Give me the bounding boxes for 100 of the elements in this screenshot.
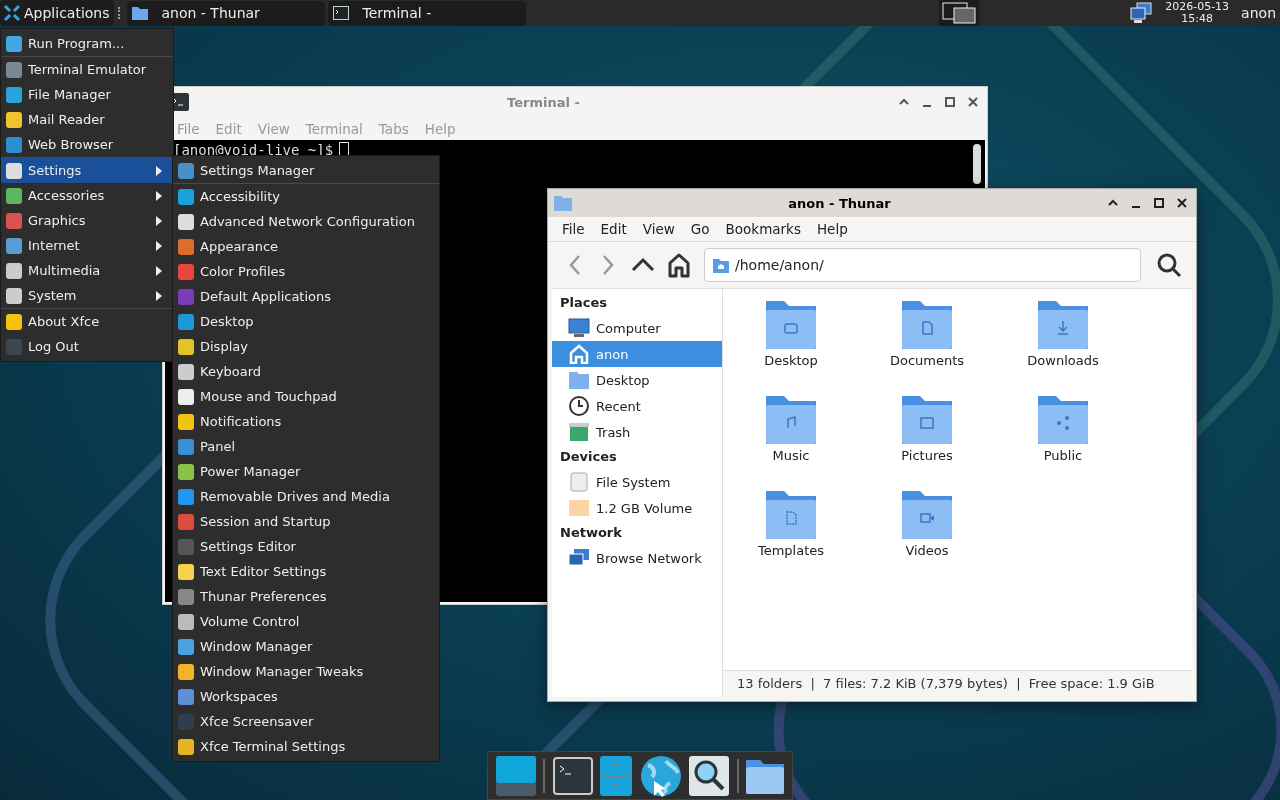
terminal-icon xyxy=(332,6,349,20)
app-icon xyxy=(178,263,194,280)
app-icon xyxy=(6,136,22,153)
menu-item[interactable]: Help xyxy=(808,221,856,237)
app-icon xyxy=(6,162,22,179)
menu-item[interactable]: Display xyxy=(173,334,439,359)
close-icon[interactable] xyxy=(967,96,979,108)
home-icon[interactable] xyxy=(667,252,691,278)
menu-item[interactable]: Thunar Preferences xyxy=(173,584,439,609)
app-icon xyxy=(178,238,194,255)
show-desktop-icon[interactable] xyxy=(495,755,536,796)
menu-item[interactable]: Window Manager xyxy=(173,634,439,659)
maximize-icon[interactable] xyxy=(1153,197,1165,209)
menu-item[interactable]: Workspaces xyxy=(173,684,439,709)
menu-item[interactable]: Terminal Emulator xyxy=(1,57,173,82)
app-icon xyxy=(178,538,194,555)
sidebar-item[interactable]: 1.2 GB Volume xyxy=(552,495,722,521)
menu-item[interactable]: Mail Reader xyxy=(1,107,173,132)
menu-item[interactable]: Default Applications xyxy=(173,284,439,309)
user-name[interactable]: anon xyxy=(1241,5,1276,21)
file-cabinet-icon[interactable] xyxy=(600,755,633,796)
close-icon[interactable] xyxy=(1176,197,1188,209)
folder-icon[interactable] xyxy=(746,757,785,794)
menu-item[interactable]: Xfce Terminal Settings xyxy=(173,734,439,759)
menu-item[interactable]: Settings Manager xyxy=(173,158,439,184)
scrollbar[interactable] xyxy=(973,144,981,184)
menu-item[interactable]: Settings Editor xyxy=(173,534,439,559)
menu-item[interactable]: About Xfce xyxy=(1,309,173,334)
menu-item[interactable]: File Manager xyxy=(1,82,173,107)
menu-item[interactable]: Desktop xyxy=(173,309,439,334)
menu-item[interactable]: Color Profiles xyxy=(173,259,439,284)
app-icon xyxy=(178,213,194,230)
menu-item[interactable]: Log Out xyxy=(1,334,173,359)
app-icon xyxy=(178,613,194,630)
app-icon xyxy=(178,162,194,179)
menu-item[interactable]: Volume Control xyxy=(173,609,439,634)
folder-item[interactable]: Pictures xyxy=(859,392,995,487)
menu-item[interactable]: Bookmarks xyxy=(717,221,809,237)
menu-item[interactable]: Go xyxy=(682,221,718,237)
menu-item[interactable]: Multimedia xyxy=(1,258,173,283)
app-icon xyxy=(178,288,194,305)
sidebar-item[interactable]: Computer xyxy=(552,315,722,341)
clock-time: 15:48 xyxy=(1181,13,1213,25)
maximize-icon[interactable] xyxy=(944,96,956,108)
menu-item[interactable]: Removable Drives and Media xyxy=(173,484,439,509)
clock-icon xyxy=(568,395,590,417)
globe-icon[interactable] xyxy=(639,754,682,797)
folder-item[interactable]: Downloads xyxy=(995,297,1131,392)
menu-item[interactable]: Mouse and Touchpad xyxy=(173,384,439,409)
sidebar-item[interactable]: File System xyxy=(552,469,722,495)
folder-item[interactable]: Documents xyxy=(859,297,995,392)
menu-item[interactable]: File xyxy=(554,221,593,237)
menu-item[interactable]: Appearance xyxy=(173,234,439,259)
sidebar-item[interactable]: Trash xyxy=(552,419,722,445)
menu-item[interactable]: View xyxy=(634,221,683,237)
terminal-icon[interactable] xyxy=(552,756,593,795)
app-icon xyxy=(178,438,194,455)
menu-item[interactable]: Window Manager Tweaks xyxy=(173,659,439,684)
clock[interactable]: 2026-05-13 15:48 xyxy=(1165,1,1230,25)
menu-item[interactable]: Advanced Network Configuration xyxy=(173,209,439,234)
applications-menu-button[interactable]: Applications xyxy=(0,0,114,26)
menu-item[interactable]: Graphics xyxy=(1,208,173,233)
submenu-arrow-icon xyxy=(155,214,163,227)
menu-item[interactable]: Internet xyxy=(1,233,173,258)
workspace-switcher[interactable] xyxy=(939,0,980,26)
menu-item[interactable]: Accessibility xyxy=(173,184,439,209)
taskbar-button[interactable]: Terminal - xyxy=(327,0,526,26)
folder-item[interactable]: Desktop xyxy=(723,297,859,392)
app-icon xyxy=(178,488,194,505)
location-path: /home/anon/ xyxy=(735,257,824,273)
menu-item[interactable]: Session and Startup xyxy=(173,509,439,534)
folder-item[interactable]: Music xyxy=(723,392,859,487)
sidebar-heading: Devices xyxy=(559,448,618,466)
menu-item[interactable]: Settings xyxy=(1,158,173,183)
network-icon xyxy=(568,548,590,568)
sidebar-item[interactable]: Recent xyxy=(552,393,722,419)
sidebar-item[interactable]: Desktop xyxy=(552,367,722,393)
folder-item[interactable]: Templates xyxy=(723,487,859,582)
menu-item[interactable]: Xfce Screensaver xyxy=(173,709,439,734)
search-icon[interactable] xyxy=(1156,252,1182,278)
folder-item[interactable]: Videos xyxy=(859,487,995,582)
app-icon xyxy=(6,313,22,330)
menu-item[interactable]: Edit xyxy=(592,221,635,237)
app-icon xyxy=(6,35,22,52)
folder-item[interactable]: Public xyxy=(995,392,1131,487)
sidebar-item[interactable]: Browse Network xyxy=(552,545,722,571)
menu-item[interactable]: Notifications xyxy=(173,409,439,434)
network-icon[interactable] xyxy=(1129,2,1154,24)
window-title: Terminal - xyxy=(506,94,581,110)
search-icon[interactable] xyxy=(689,755,730,796)
location-field[interactable]: /home/anon/ xyxy=(704,248,1141,282)
submenu-arrow-icon xyxy=(155,239,163,252)
taskbar-button[interactable]: anon - Thunar xyxy=(126,0,325,26)
menu-item[interactable]: Panel xyxy=(173,434,439,459)
menu-item[interactable]: Power Manager xyxy=(173,459,439,484)
app-icon xyxy=(6,187,22,204)
menu-item[interactable]: Run Program... xyxy=(1,31,173,57)
menu-item[interactable]: Accessories xyxy=(1,183,173,208)
menu-item[interactable]: Keyboard xyxy=(173,359,439,384)
menu-item[interactable]: Text Editor Settings xyxy=(173,559,439,584)
